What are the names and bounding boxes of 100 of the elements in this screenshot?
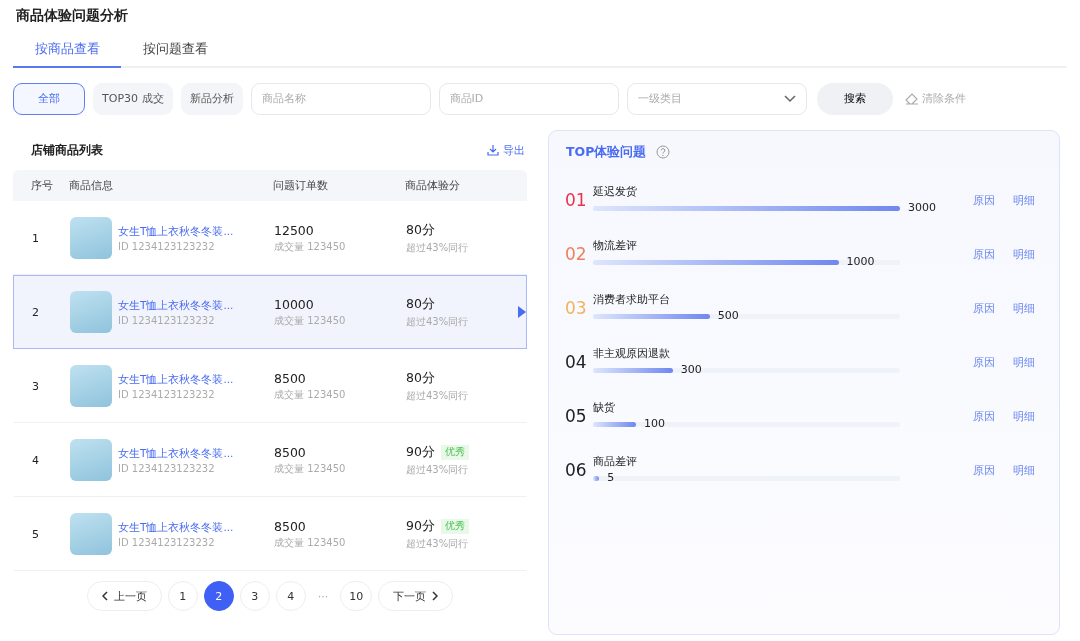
pagination-ellipsis: ··· [316, 589, 330, 603]
sales-volume: 成交量 123450 [274, 313, 347, 328]
category-select[interactable]: 一级类目 [626, 82, 807, 115]
detail-link[interactable]: 明细 [1013, 300, 1043, 316]
table-row[interactable]: 3 女生T恤上衣秋冬冬装... ID 1234123123232 8500 成交量 123450 80分 超过43%同行 [13, 349, 527, 423]
chevron-down-icon [783, 94, 796, 103]
product-id: ID 1234123123232 [118, 388, 216, 400]
product-name-link[interactable]: 女生T恤上衣秋冬冬装... [118, 372, 234, 387]
rank-number: 06 [565, 460, 588, 480]
eraser-icon [904, 92, 919, 105]
reason-link[interactable]: 原因 [973, 408, 1013, 424]
order-count: 8500 [274, 444, 307, 460]
page-title: 商品体验问题分析 [15, 6, 129, 25]
tab[interactable]: 按商品查看 [13, 33, 121, 68]
order-count: 8500 [274, 518, 307, 534]
export-link[interactable]: 导出 [487, 142, 525, 158]
help-icon[interactable] [656, 145, 671, 159]
photo-placeholder [70, 439, 112, 481]
product-id: ID 1234123123232 [118, 314, 216, 326]
previous-page-button[interactable]: 上一页 [86, 581, 162, 611]
detail-link[interactable]: 明细 [1013, 192, 1043, 208]
rank-number: 05 [565, 406, 588, 426]
chevron-left-icon [101, 591, 108, 601]
list-title: 店铺商品列表 [31, 141, 103, 159]
product-name-link[interactable]: 女生T恤上衣秋冬冬装... [118, 224, 234, 239]
table-row[interactable]: 4 女生T恤上衣秋冬冬装... ID 1234123123232 8500 成交量 123450 90分 优秀 超过43%同行 [13, 423, 527, 497]
filter-chip[interactable]: TOP30 成交 [93, 82, 173, 115]
sales-volume: 成交量 123450 [274, 387, 347, 402]
photo-placeholder [70, 291, 112, 333]
rank-number: 04 [565, 352, 588, 372]
photo-placeholder [70, 513, 112, 555]
filter-chip[interactable]: 新品分析 [180, 82, 243, 115]
order-count: 12500 [274, 222, 315, 238]
clear-conditions-link[interactable]: 清除条件 [904, 91, 966, 106]
issue-count: 5 [607, 471, 615, 485]
product-name-link[interactable]: 女生T恤上衣秋冬冬装... [118, 520, 234, 535]
excellent-badge: 优秀 [440, 444, 469, 460]
column-header: 问题订单数 [273, 178, 329, 193]
sales-volume: 成交量 123450 [274, 535, 347, 550]
reason-link[interactable]: 原因 [973, 192, 1013, 208]
issue-name: 非主观原因退款 [593, 346, 671, 361]
rank-number: 03 [565, 298, 588, 318]
peer-comparison: 超过43%同行 [406, 240, 470, 255]
score: 80分 [406, 369, 435, 387]
issue-name: 商品差评 [593, 454, 638, 469]
column-header: 商品体验分 [405, 178, 461, 193]
reason-link[interactable]: 原因 [973, 300, 1013, 316]
row-index: 2 [31, 305, 40, 319]
detail-link[interactable]: 明细 [1013, 462, 1043, 478]
page-button[interactable]: 10 [340, 581, 373, 611]
row-index: 5 [31, 527, 40, 541]
detail-link[interactable]: 明细 [1013, 408, 1043, 424]
product-name-link[interactable]: 女生T恤上衣秋冬冬装... [118, 298, 234, 313]
peer-comparison: 超过43%同行 [406, 536, 470, 551]
tab[interactable]: 按问题查看 [121, 33, 229, 68]
page-button[interactable]: 1 [167, 581, 198, 611]
chevron-right-icon [432, 591, 439, 601]
row-index: 3 [31, 379, 40, 393]
photo-placeholder [70, 217, 112, 259]
product-name-link[interactable]: 女生T恤上衣秋冬冬装... [118, 446, 234, 461]
page-button[interactable]: 3 [239, 581, 270, 611]
rank-number: 02 [565, 244, 588, 264]
peer-comparison: 超过43%同行 [406, 462, 470, 477]
reason-link[interactable]: 原因 [973, 354, 1013, 370]
row-index: 4 [31, 453, 40, 467]
product-id-field[interactable]: 商品ID [438, 82, 619, 115]
detail-link[interactable]: 明细 [1013, 354, 1043, 370]
issue-count: 500 [717, 309, 739, 323]
table-row[interactable]: 2 女生T恤上衣秋冬冬装... ID 1234123123232 10000 成交量 123450 80分 超过43%同行 [13, 275, 527, 349]
reason-link[interactable]: 原因 [973, 462, 1013, 478]
order-count: 8500 [274, 370, 307, 386]
excellent-badge: 优秀 [440, 518, 469, 534]
score: 90分 [406, 517, 435, 535]
order-count: 10000 [274, 296, 315, 312]
issue-count: 300 [680, 363, 702, 377]
column-header: 序号 [30, 178, 54, 193]
peer-comparison: 超过43%同行 [406, 314, 470, 329]
sales-volume: 成交量 123450 [274, 239, 347, 254]
search-button[interactable]: 搜索 [816, 82, 893, 115]
panel-title: TOP体验问题 [566, 143, 647, 161]
product-name-field[interactable]: 商品名称 [250, 82, 431, 115]
next-page-button[interactable]: 下一页 [378, 581, 454, 611]
table-row[interactable]: 5 女生T恤上衣秋冬冬装... ID 1234123123232 8500 成交量 123450 90分 优秀 超过43%同行 [13, 497, 527, 571]
sales-volume: 成交量 123450 [274, 461, 347, 476]
rank-number: 01 [565, 190, 588, 210]
issue-name: 消费者求助平台 [593, 292, 671, 307]
page-button[interactable]: 2 [203, 581, 234, 611]
page-button[interactable]: 4 [275, 581, 306, 611]
issue-count: 1000 [846, 255, 875, 269]
reason-link[interactable]: 原因 [973, 246, 1013, 262]
detail-link[interactable]: 明细 [1013, 246, 1043, 262]
download-icon [487, 144, 499, 156]
filter-chip[interactable]: 全部 [13, 82, 85, 115]
score: 90分 [406, 443, 435, 461]
product-id: ID 1234123123232 [118, 462, 216, 474]
photo-placeholder [70, 365, 112, 407]
peer-comparison: 超过43%同行 [406, 388, 470, 403]
pointer-connector [518, 306, 526, 318]
issue-name: 缺货 [593, 400, 616, 415]
issue-count: 3000 [908, 201, 936, 215]
